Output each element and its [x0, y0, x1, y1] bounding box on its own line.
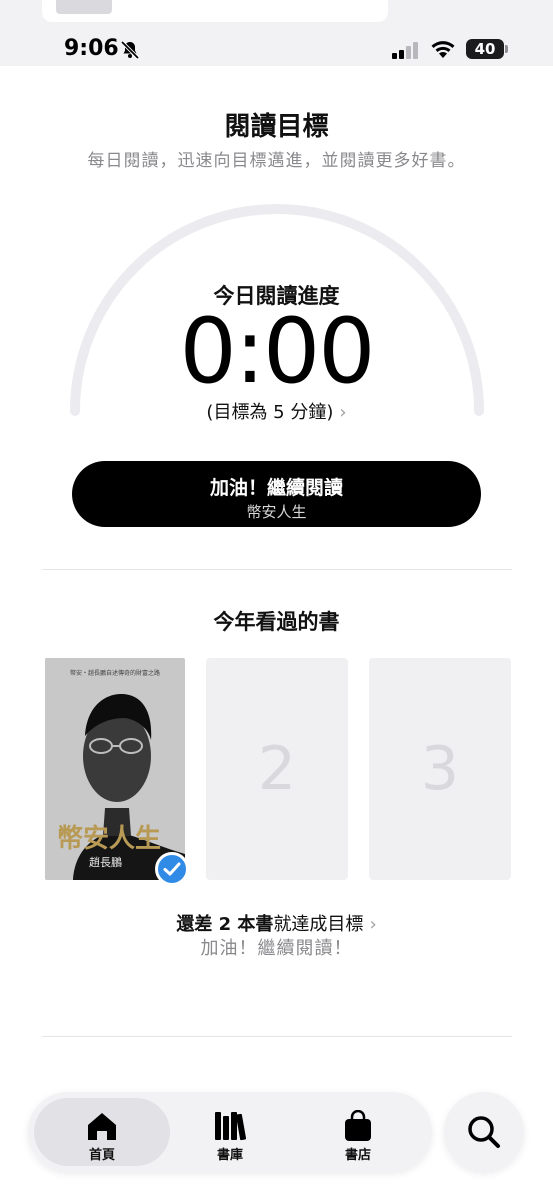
goal-subtitle: 每日閱讀，迅速向目標邁進，並閱讀更多好書。 — [87, 151, 466, 171]
bookstore-bag-icon — [345, 1110, 371, 1141]
books-this-year-title: 今年看過的書 — [213, 610, 340, 634]
remaining-books-link[interactable]: 還差 2 本書就達成目標 › — [0, 910, 553, 936]
remaining-count: 2 — [218, 914, 232, 935]
tab-home[interactable]: 首頁 — [34, 1098, 170, 1166]
battery-cap — [505, 45, 508, 53]
peek-thumbnail — [56, 0, 112, 14]
book-cover-title: 幣安人生 — [57, 824, 162, 854]
tab-bookstore-label: 書店 — [344, 1148, 371, 1163]
tab-bar: 首頁 書庫 書店 — [28, 1092, 432, 1172]
peek-card — [42, 0, 388, 22]
reading-timer: 0:00 — [179, 299, 375, 404]
book-slot-placeholder: 2 — [206, 658, 348, 880]
book-slot-placeholder: 3 — [369, 658, 511, 880]
goal-target-link[interactable]: (目標為 5 分鐘) › — [0, 398, 553, 424]
book-cover[interactable]: 幣安・趙長鵬自述傳奇的財富之路 幣安人生 趙長鵬 — [45, 658, 185, 880]
search-icon — [468, 1116, 500, 1148]
page-title: 閱讀目標 — [224, 112, 329, 142]
continue-reading-label: 加油！繼續閱讀 — [209, 477, 343, 499]
chevron-right-icon: › — [339, 402, 347, 423]
encouragement-text: 加油！繼續閱讀！ — [200, 938, 353, 959]
bell-slash-icon — [120, 40, 140, 60]
remaining-prefix: 還差 — [176, 914, 219, 935]
tab-bookstore[interactable]: 書店 — [290, 1098, 426, 1166]
remaining-unit: 本書 — [231, 914, 274, 935]
book-cover-author: 趙長鵬 — [89, 856, 122, 869]
search-button[interactable] — [444, 1092, 524, 1172]
library-icon — [215, 1112, 247, 1141]
remaining-suffix: 就達成目標 — [273, 914, 364, 935]
tab-library-label: 書庫 — [216, 1148, 243, 1163]
section-divider — [42, 569, 512, 570]
completed-check-icon — [155, 852, 189, 886]
cellular-signal-icon — [392, 41, 422, 59]
section-divider — [42, 1036, 512, 1037]
continue-reading-button[interactable]: 加油！繼續閱讀 幣安人生 — [72, 461, 481, 527]
status-time: 9:06 — [64, 36, 119, 61]
tab-library[interactable]: 書庫 — [162, 1098, 298, 1166]
home-icon — [88, 1113, 116, 1140]
continue-reading-book: 幣安人生 — [246, 503, 307, 521]
tab-home-label: 首頁 — [88, 1148, 115, 1163]
wifi-icon — [431, 41, 455, 58]
goal-target-text: (目標為 5 分鐘) — [206, 402, 334, 423]
chevron-right-icon: › — [369, 914, 377, 935]
book-cover-tagline: 幣安・趙長鵬自述傳奇的財富之路 — [69, 670, 160, 677]
battery-icon: 40 — [466, 39, 504, 59]
